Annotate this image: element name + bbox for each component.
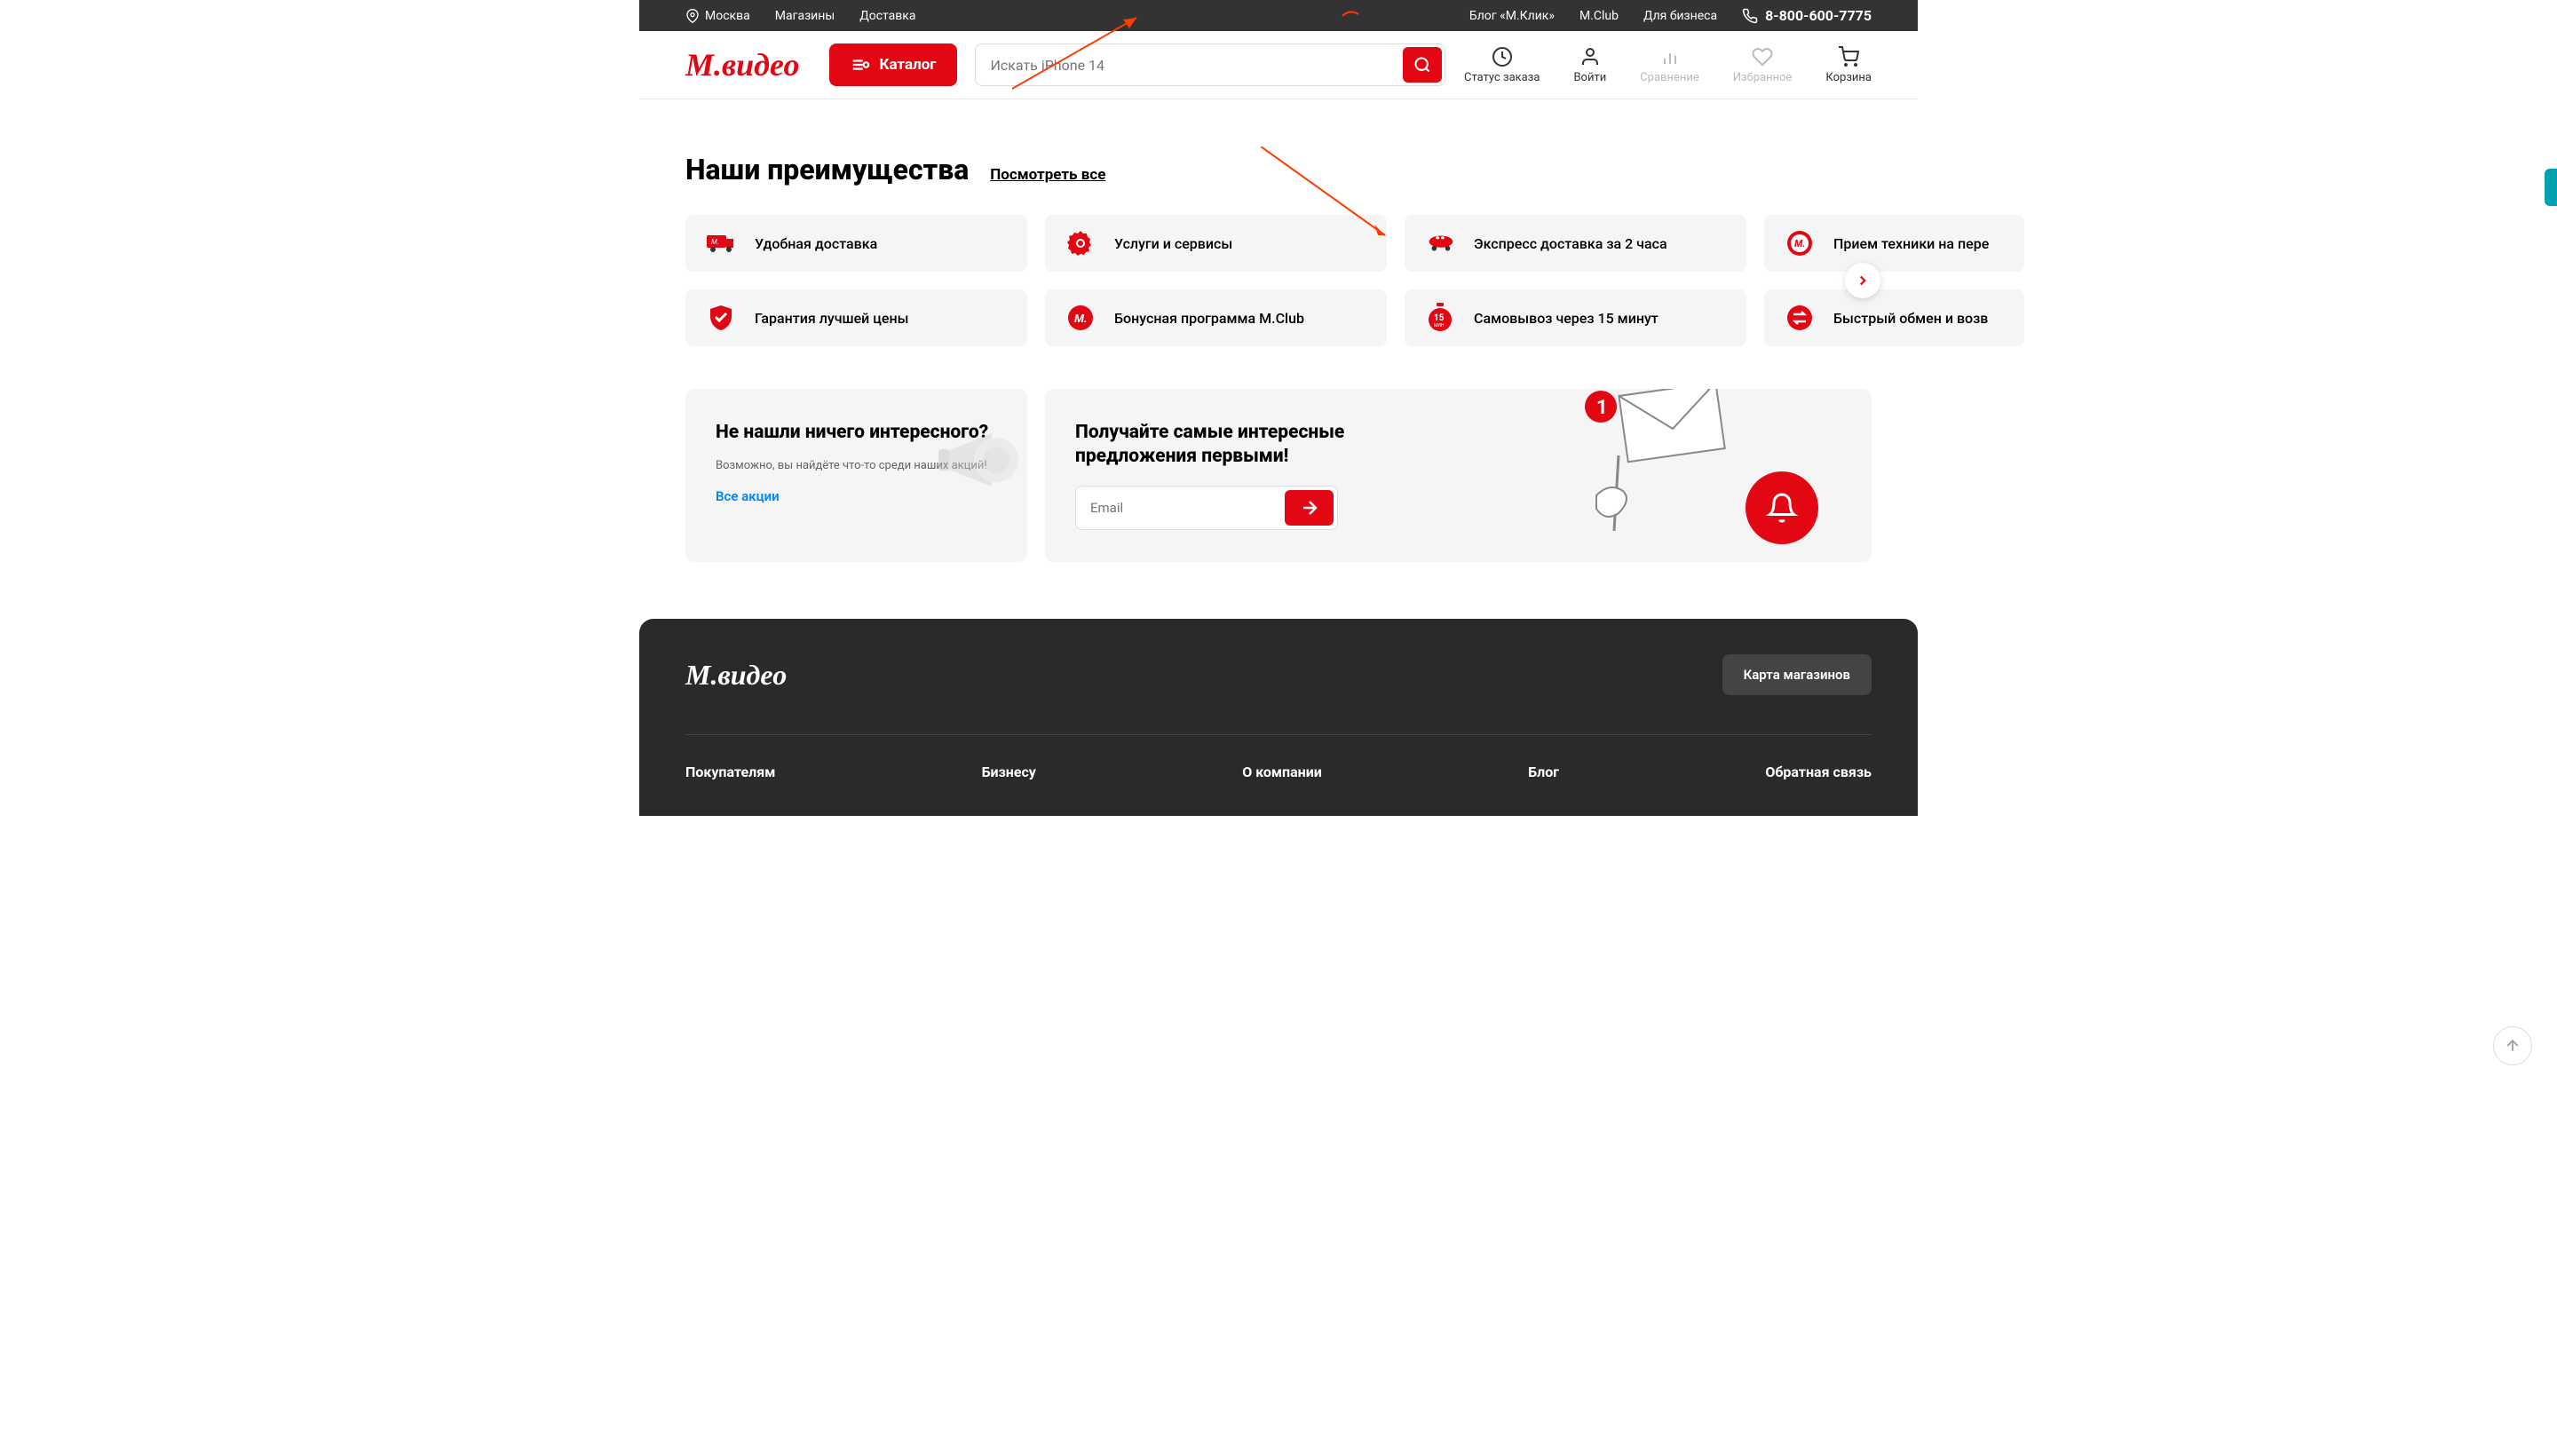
svg-text:М.: М. [1794, 238, 1805, 249]
store-map-button[interactable]: Карта магазинов [1722, 654, 1872, 695]
city-selector[interactable]: Москва [685, 9, 750, 23]
advantage-card[interactable]: Услуги и сервисы [1045, 215, 1387, 272]
badge-icon: М. [1065, 302, 1096, 334]
email-form [1075, 486, 1338, 530]
svg-text:МИН: МИН [1434, 323, 1445, 328]
compare-label: Сравнение [1640, 71, 1699, 84]
footer-col-buyers[interactable]: Покупателям [685, 764, 775, 780]
user-icon [1579, 46, 1601, 67]
notification-badge: 1 [1596, 397, 1608, 419]
advantage-label: Экспресс доставка за 2 часа [1474, 235, 1667, 252]
favorites-nav[interactable]: Избранное [1733, 46, 1793, 84]
advantage-label: Удобная доставка [755, 235, 877, 252]
order-status-label: Статус заказа [1464, 71, 1540, 84]
city-label: Москва [705, 9, 750, 23]
phone-number: 8-800-600-7775 [1765, 7, 1872, 24]
envelope-illustration-icon: 1 [1570, 389, 1747, 540]
shield-check-icon [705, 302, 737, 334]
svg-text:15: 15 [1434, 313, 1445, 323]
search-input[interactable] [976, 44, 1400, 85]
advantage-card[interactable]: М. Прием техники на пере [1764, 215, 2024, 272]
cart-nav[interactable]: Корзина [1825, 46, 1872, 84]
bell-button[interactable] [1746, 471, 1818, 544]
arrow-right-icon [1299, 497, 1320, 518]
clock-icon [1492, 46, 1513, 67]
search-icon [1413, 56, 1431, 74]
arrow-up-icon [2504, 1037, 2521, 1055]
email-input[interactable] [1076, 487, 1281, 529]
footer: М.видео Карта магазинов Покупателям Бизн… [639, 619, 1918, 816]
subscribe-title: Получайте самые интересные предложения п… [1075, 421, 1359, 470]
footer-col-feedback[interactable]: Обратная связь [1765, 764, 1872, 780]
recycle-icon: М. [1784, 227, 1816, 259]
catalog-button[interactable]: Каталог [829, 44, 957, 86]
advantage-label: Самовывоз через 15 минут [1474, 310, 1658, 327]
gear-icon [1065, 227, 1096, 259]
topbar-delivery[interactable]: Доставка [859, 9, 915, 23]
advantage-label: Быстрый обмен и возв [1833, 310, 1988, 327]
advantage-card[interactable]: Экспресс доставка за 2 часа [1405, 215, 1746, 272]
see-all-link[interactable]: Посмотреть все [990, 166, 1105, 184]
compare-nav[interactable]: Сравнение [1640, 46, 1699, 84]
footer-logo[interactable]: М.видео [685, 659, 787, 692]
scroll-to-top-button[interactable] [2493, 1026, 2532, 1065]
location-pin-icon [685, 9, 700, 23]
header: М.видео Каталог Статус заказа Войти Срав… [639, 31, 1918, 99]
menu-icon [851, 55, 870, 75]
phone-icon [1742, 8, 1758, 24]
email-submit-button[interactable] [1285, 490, 1334, 526]
cart-label: Корзина [1825, 71, 1872, 84]
topbar-business[interactable]: Для бизнеса [1643, 9, 1717, 23]
advantage-card[interactable]: 15МИН Самовывоз через 15 минут [1405, 289, 1746, 346]
advantage-card[interactable]: М. Удобная доставка [685, 215, 1027, 272]
footer-col-business[interactable]: Бизнесу [982, 764, 1036, 780]
heart-icon [1752, 46, 1773, 67]
carousel-next-button[interactable] [1845, 263, 1880, 298]
exchange-icon [1784, 302, 1816, 334]
advantages-section: М. Удобная доставка Услуги и сервисы Экс… [685, 215, 1872, 346]
topbar-blog[interactable]: Блог «М.Клик» [1469, 9, 1555, 23]
bell-icon [1766, 492, 1798, 524]
express-car-icon [1424, 227, 1456, 259]
subscribe-promo: Получайте самые интересные предложения п… [1045, 389, 1872, 562]
svg-text:М.: М. [1074, 313, 1088, 326]
all-promotions-link[interactable]: Все акции [716, 488, 780, 504]
advantage-label: Услуги и сервисы [1114, 235, 1232, 252]
topbar: Москва Магазины Доставка Блог «М.Клик» M… [639, 0, 1918, 31]
chart-icon [1659, 46, 1681, 67]
advantage-label: Бонусная программа M.Club [1114, 310, 1304, 327]
login-label: Войти [1573, 71, 1606, 84]
login-nav[interactable]: Войти [1573, 46, 1606, 84]
feedback-side-tab[interactable] [2545, 169, 2557, 206]
advantage-card[interactable]: Гарантия лучшей цены [685, 289, 1027, 346]
cart-icon [1838, 46, 1859, 67]
advantage-label: Прием техники на пере [1833, 235, 1989, 252]
search-button[interactable] [1403, 47, 1442, 83]
advantages-title: Наши преимущества [685, 153, 969, 186]
advantage-card[interactable]: Быстрый обмен и возв [1764, 289, 2024, 346]
timer-icon: 15МИН [1424, 302, 1456, 334]
megaphone-icon [930, 415, 1027, 504]
advantage-card[interactable]: М. Бонусная программа M.Club [1045, 289, 1387, 346]
topbar-mclub[interactable]: M.Club [1579, 9, 1619, 23]
search-bar [975, 44, 1445, 86]
catalog-label: Каталог [879, 56, 936, 74]
footer-col-company[interactable]: О компании [1242, 764, 1322, 780]
favorites-label: Избранное [1733, 71, 1793, 84]
svg-text:М.: М. [711, 238, 719, 246]
logo[interactable]: М.видео [685, 46, 799, 83]
chevron-right-icon [1855, 273, 1871, 289]
advantage-label: Гарантия лучшей цены [755, 310, 908, 327]
order-status-nav[interactable]: Статус заказа [1464, 46, 1540, 84]
not-found-promo: Не нашли ничего интересного? Возможно, в… [685, 389, 1027, 562]
topbar-phone[interactable]: 8-800-600-7775 [1742, 7, 1872, 24]
topbar-stores[interactable]: Магазины [775, 9, 835, 23]
advantages-header: Наши преимущества Посмотреть все [685, 153, 1872, 186]
truck-icon: М. [705, 227, 737, 259]
footer-col-blog[interactable]: Блог [1528, 764, 1559, 780]
